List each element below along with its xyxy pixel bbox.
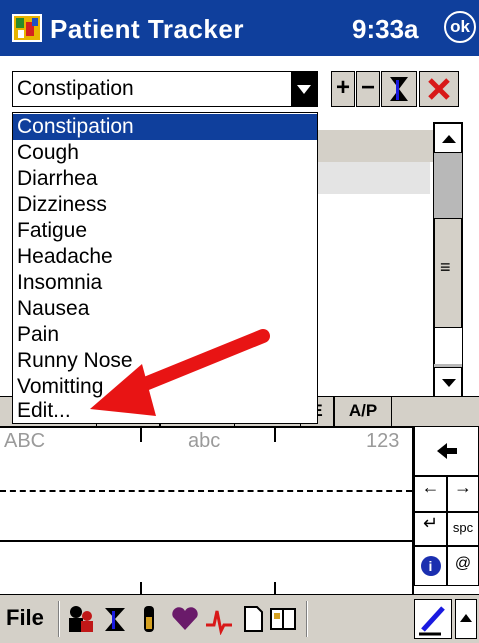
list-header bbox=[318, 130, 433, 162]
separator bbox=[58, 601, 60, 637]
dropdown-item-insomnia[interactable]: Insomnia bbox=[13, 270, 317, 296]
baseline-dashed bbox=[0, 490, 412, 492]
scroll-thumb[interactable] bbox=[434, 218, 462, 328]
separator bbox=[306, 601, 308, 637]
pen-icon bbox=[419, 606, 445, 636]
cursor-right-key[interactable]: → bbox=[447, 476, 479, 512]
vertical-scrollbar[interactable] bbox=[433, 122, 463, 398]
zone-divider bbox=[274, 428, 276, 442]
dropdown-arrow-icon[interactable] bbox=[291, 72, 317, 106]
dropdown-item-fatigue[interactable]: Fatigue bbox=[13, 218, 317, 244]
ok-button[interactable]: ok bbox=[444, 11, 476, 43]
list-row-highlight bbox=[318, 162, 430, 194]
test-tube-icon[interactable] bbox=[134, 603, 164, 635]
enter-key[interactable]: ↵ bbox=[414, 512, 447, 546]
new-document-icon[interactable] bbox=[238, 603, 268, 635]
lowercase-zone-label: abc bbox=[188, 430, 221, 452]
zone-divider bbox=[140, 428, 142, 442]
dropdown-item-cough[interactable]: Cough bbox=[13, 140, 317, 166]
cursor-left-key[interactable]: ← bbox=[414, 476, 447, 512]
symptom-dropdown-list[interactable]: Constipation Cough Diarrhea Dizziness Fa… bbox=[12, 112, 318, 424]
remove-button[interactable]: − bbox=[356, 71, 380, 107]
input-side-keys: ← → ↵ spc i @ bbox=[412, 426, 479, 594]
input-panel-toggle-button[interactable] bbox=[455, 599, 477, 639]
combo-value: Constipation bbox=[17, 77, 134, 100]
dropdown-item-dizziness[interactable]: Dizziness bbox=[13, 192, 317, 218]
dropdown-item-headache[interactable]: Headache bbox=[13, 244, 317, 270]
red-x-icon bbox=[428, 78, 450, 100]
hourglass-icon bbox=[390, 77, 408, 101]
scroll-track-area[interactable] bbox=[434, 328, 462, 364]
backspace-key[interactable] bbox=[414, 426, 479, 476]
info-key[interactable]: i bbox=[414, 546, 447, 586]
title-bar: Patient Tracker 9:33a ok bbox=[0, 0, 479, 56]
dropdown-item-edit[interactable]: Edit... bbox=[13, 398, 317, 424]
dropdown-item-nausea[interactable]: Nausea bbox=[13, 296, 317, 322]
heart-icon[interactable] bbox=[170, 603, 200, 635]
command-bar: File bbox=[0, 594, 479, 643]
patients-icon[interactable] bbox=[66, 603, 96, 635]
dropdown-item-pain[interactable]: Pain bbox=[13, 322, 317, 348]
symbols-key[interactable]: @ bbox=[447, 546, 479, 586]
symptom-combo[interactable]: Constipation bbox=[12, 71, 318, 107]
delete-button[interactable] bbox=[419, 71, 459, 107]
hourglass-button[interactable] bbox=[381, 71, 417, 107]
dropdown-item-constipation[interactable]: Constipation bbox=[13, 114, 317, 140]
add-button[interactable]: + bbox=[331, 71, 355, 107]
number-zone-label: 123 bbox=[366, 430, 400, 452]
scroll-down-button[interactable] bbox=[434, 367, 462, 397]
baseline-solid bbox=[0, 540, 412, 542]
ecg-icon[interactable] bbox=[204, 603, 234, 635]
space-key[interactable]: spc bbox=[447, 512, 479, 546]
hourglass-tool-icon[interactable] bbox=[100, 603, 130, 635]
book-icon[interactable] bbox=[268, 603, 298, 635]
input-method-button[interactable] bbox=[414, 599, 452, 639]
dropdown-item-diarrhea[interactable]: Diarrhea bbox=[13, 166, 317, 192]
app-title: Patient Tracker bbox=[50, 14, 244, 44]
uppercase-zone-label: ABC bbox=[4, 430, 46, 452]
app-map-icon bbox=[12, 14, 42, 42]
backspace-arrow-icon bbox=[436, 443, 457, 459]
clock[interactable]: 9:33a bbox=[352, 14, 419, 45]
dropdown-item-vomitting[interactable]: Vomitting bbox=[13, 374, 317, 400]
info-icon: i bbox=[420, 556, 441, 576]
handwriting-input-panel[interactable]: ABC abc 123 bbox=[0, 426, 412, 596]
tab-ap[interactable]: A/P bbox=[334, 397, 392, 427]
file-menu[interactable]: File bbox=[6, 605, 44, 631]
scroll-up-button[interactable] bbox=[434, 123, 462, 153]
dropdown-item-runny-nose[interactable]: Runny Nose bbox=[13, 348, 317, 374]
